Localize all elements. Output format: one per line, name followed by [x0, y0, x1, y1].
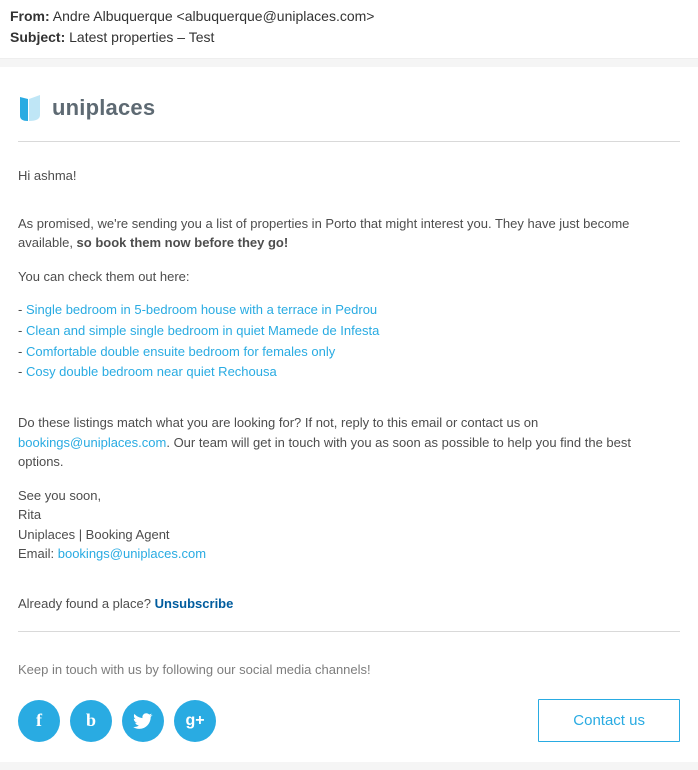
- blog-glyph: b: [86, 710, 96, 731]
- email-body: Hi ashma! As promised, we're sending you…: [18, 166, 680, 613]
- brand-logo: uniplaces: [18, 85, 680, 141]
- email-canvas: uniplaces Hi ashma! As promised, we're s…: [0, 59, 698, 770]
- listing-link[interactable]: Single bedroom in 5-bedroom house with a…: [26, 302, 377, 317]
- check-text: You can check them out here:: [18, 267, 680, 287]
- signoff-email-line: Email: bookings@uniplaces.com: [18, 544, 680, 564]
- twitter-icon[interactable]: [122, 700, 164, 742]
- unsubscribe-link[interactable]: Unsubscribe: [155, 596, 234, 611]
- listing-link[interactable]: Comfortable double ensuite bedroom for f…: [26, 344, 335, 359]
- social-icons: f b g+: [18, 700, 216, 742]
- unsub-pre: Already found a place?: [18, 596, 155, 611]
- intro-paragraph: As promised, we're sending you a list of…: [18, 214, 680, 253]
- listing-row: - Cosy double bedroom near quiet Rechous…: [18, 362, 680, 383]
- listing-row: - Clean and simple single bedroom in qui…: [18, 321, 680, 342]
- divider: [18, 631, 680, 632]
- listing-row: - Comfortable double ensuite bedroom for…: [18, 342, 680, 363]
- greeting: Hi ashma!: [18, 166, 680, 186]
- brand-name: uniplaces: [52, 95, 155, 121]
- divider: [18, 141, 680, 142]
- match-paragraph: Do these listings match what you are loo…: [18, 413, 680, 472]
- from-label: From:: [10, 8, 50, 24]
- from-line: From: Andre Albuquerque <albuquerque@uni…: [10, 6, 688, 27]
- listing-link[interactable]: Cosy double bedroom near quiet Rechousa: [26, 364, 277, 379]
- subject-line: Subject: Latest properties – Test: [10, 27, 688, 48]
- bookings-email-link[interactable]: bookings@uniplaces.com: [18, 435, 166, 450]
- signoff-email-label: Email:: [18, 546, 58, 561]
- signoff-email-link[interactable]: bookings@uniplaces.com: [58, 546, 206, 561]
- listing-row: - Single bedroom in 5-bedroom house with…: [18, 300, 680, 321]
- match-pre: Do these listings match what you are loo…: [18, 415, 538, 430]
- footer-row: f b g+ Contact us: [18, 699, 680, 742]
- blog-icon[interactable]: b: [70, 700, 112, 742]
- googleplus-icon[interactable]: g+: [174, 700, 216, 742]
- subject-label: Subject:: [10, 29, 65, 45]
- signoff-name: Rita: [18, 505, 680, 525]
- signoff: See you soon, Rita Uniplaces | Booking A…: [18, 486, 680, 564]
- unsubscribe-line: Already found a place? Unsubscribe: [18, 594, 680, 614]
- listings-list: - Single bedroom in 5-bedroom house with…: [18, 300, 680, 383]
- subject-value: Latest properties – Test: [69, 29, 214, 45]
- googleplus-glyph: g+: [185, 712, 204, 730]
- signoff-line: See you soon,: [18, 486, 680, 506]
- email-meta-header: From: Andre Albuquerque <albuquerque@uni…: [0, 0, 698, 59]
- social-text: Keep in touch with us by following our s…: [18, 662, 680, 677]
- listing-link[interactable]: Clean and simple single bedroom in quiet…: [26, 323, 379, 338]
- contact-us-button[interactable]: Contact us: [538, 699, 680, 742]
- facebook-icon[interactable]: f: [18, 700, 60, 742]
- uniplaces-logo-icon: [18, 93, 44, 123]
- signoff-role: Uniplaces | Booking Agent: [18, 525, 680, 545]
- intro-strong: so book them now before they go!: [77, 235, 289, 250]
- from-value: Andre Albuquerque <albuquerque@uniplaces…: [53, 8, 375, 24]
- email-body-sheet: uniplaces Hi ashma! As promised, we're s…: [0, 67, 698, 762]
- facebook-glyph: f: [36, 710, 42, 731]
